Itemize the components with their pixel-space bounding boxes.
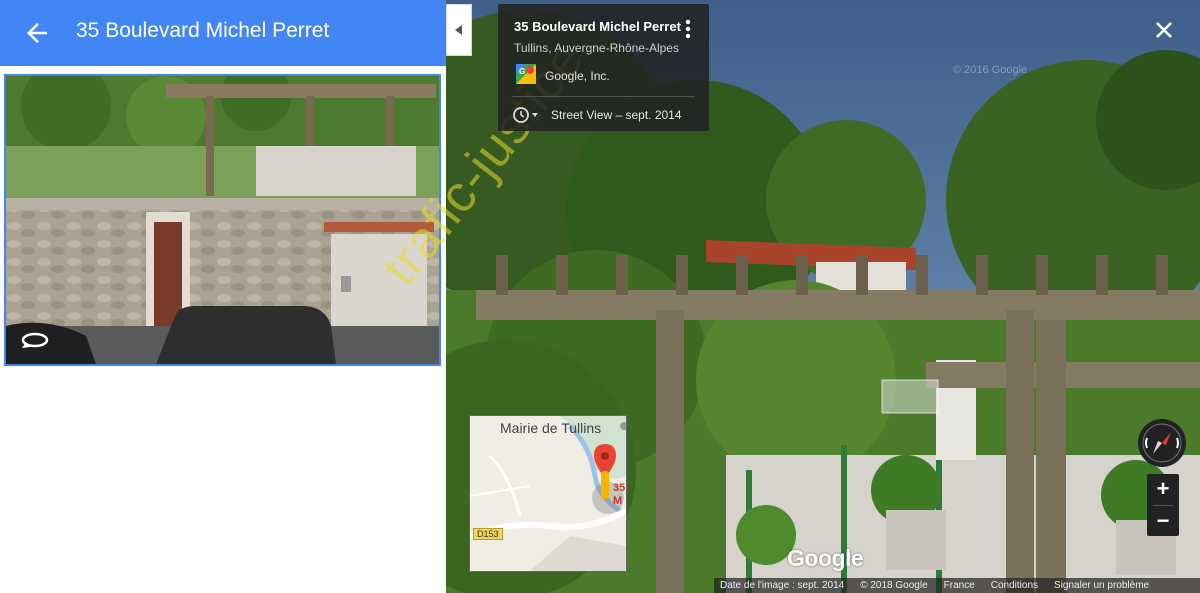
location-info-card: 35 Boulevard Michel Perret Tullins, Auve… — [498, 4, 709, 131]
side-panel: 35 Boulevard Michel Perret — [0, 0, 446, 593]
footer-image-date: Date de l'image : sept. 2014 — [720, 580, 845, 591]
zoom-in-button[interactable]: + — [1147, 474, 1179, 505]
svg-text:G: G — [519, 67, 525, 76]
footer-terms-link[interactable]: Conditions — [991, 580, 1038, 591]
footer-report-link[interactable]: Signaler un problème — [1054, 580, 1149, 591]
pin-label-line-1: 35 — [613, 482, 626, 494]
page-title: 35 Boulevard Michel Perret — [76, 19, 330, 42]
image-date-selector[interactable]: Street View – sept. 2014 — [551, 108, 682, 122]
footer-bar: Date de l'image : sept. 2014 © 2018 Goog… — [714, 578, 1200, 593]
minimap-place-label: Mairie de Tullins — [500, 420, 602, 436]
zoom-control: + − — [1147, 474, 1179, 536]
pin-label-line-2: M — [613, 495, 623, 507]
road-badge: D153 — [473, 528, 503, 540]
google-maps-logo-icon: G — [516, 64, 536, 84]
footer-copyright: © 2018 Google — [860, 580, 928, 591]
footer-country-link[interactable]: France — [944, 580, 975, 591]
card-title: 35 Boulevard Michel Perret — [514, 19, 681, 34]
more-vert-icon[interactable] — [683, 18, 693, 40]
minimap[interactable]: Mairie de Tullins D153 35 M — [469, 415, 627, 572]
collapse-panel-button[interactable] — [446, 4, 472, 56]
arrow-left-icon[interactable] — [22, 18, 52, 48]
zoom-out-button[interactable]: − — [1147, 506, 1179, 537]
compass-icon[interactable] — [1137, 418, 1187, 468]
street-view-thumbnail[interactable] — [4, 74, 441, 366]
card-subtitle: Tullins, Auvergne-Rhône-Alpes — [514, 41, 679, 55]
close-icon[interactable] — [1150, 16, 1178, 44]
clock-icon[interactable] — [512, 105, 540, 125]
side-panel-header: 35 Boulevard Michel Perret — [0, 0, 446, 66]
rotate-360-icon[interactable] — [20, 328, 50, 352]
google-logo: Google — [787, 545, 864, 571]
minimap-pin-label: 35 M — [613, 482, 625, 508]
triangle-left-icon — [455, 25, 462, 35]
copyright-watermark: © 2016 Google — [953, 64, 1028, 76]
card-author: Google, Inc. — [545, 69, 610, 83]
card-divider — [512, 96, 695, 97]
